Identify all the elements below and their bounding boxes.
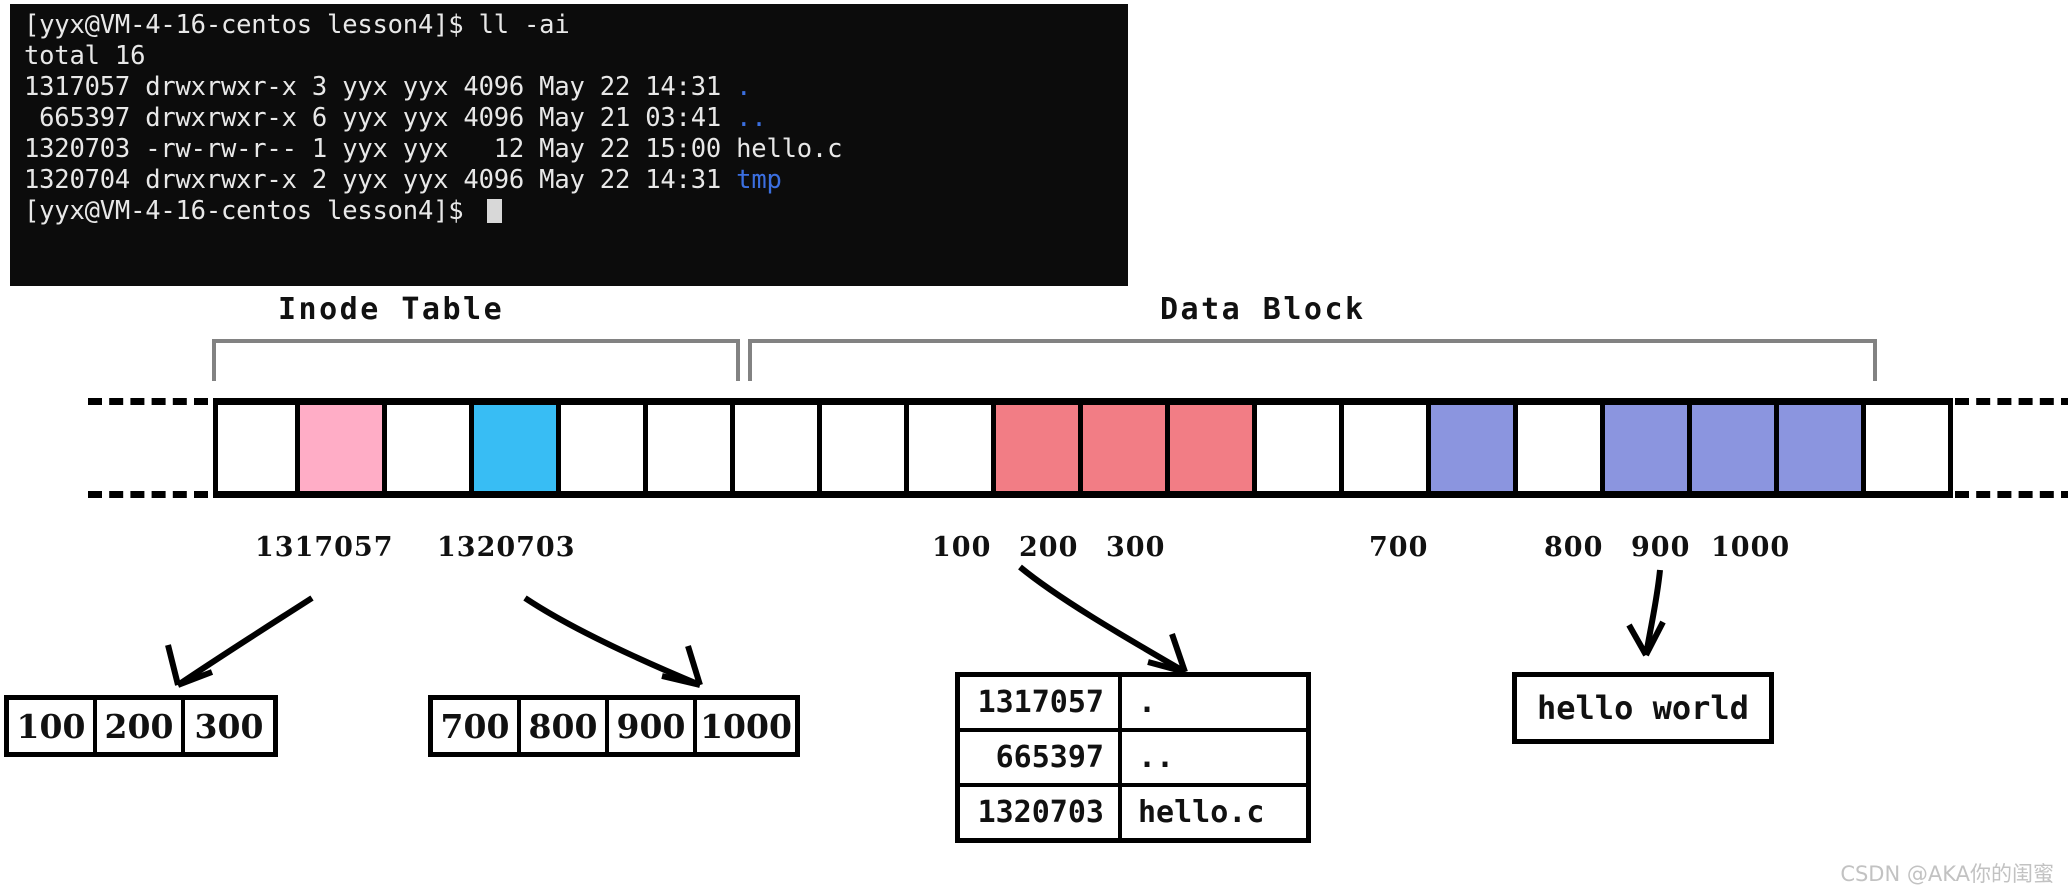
terminal-line: 1320704 drwxrwxr-x 2 yyx yyx 4096 May 22…: [24, 165, 782, 195]
dir-entry-name: ..: [1138, 740, 1175, 775]
strip-label-900: 900: [1631, 532, 1691, 563]
arrow-block-to-dirtable: [1018, 564, 1187, 675]
block-list-cell[interactable]: 900: [609, 700, 697, 752]
strip-label-300: 300: [1106, 532, 1166, 563]
strip-cell[interactable]: [648, 405, 735, 491]
terminal-cursor: [486, 199, 502, 223]
dir-entry-inode: 1320703: [960, 787, 1122, 838]
data-block-bracket: [748, 339, 1877, 381]
strip-cell-block-900[interactable]: [1692, 405, 1779, 491]
strip-dash-left-bottom: [88, 491, 208, 498]
strip-label-800: 800: [1544, 532, 1604, 563]
data-block-caption: Data Block: [1160, 292, 1366, 327]
arrowhead-3a: [1169, 633, 1188, 673]
inode-table-bracket: [212, 339, 740, 381]
strip-cell-block-800[interactable]: [1605, 405, 1692, 491]
strip-cell-block-200[interactable]: [1083, 405, 1170, 491]
arrow-inode-to-blocklist-dir: [176, 595, 314, 688]
directory-entry-table: 1317057 . 665397 .. 1320703 hello.c: [955, 672, 1311, 843]
strip-cell-block-700[interactable]: [1431, 405, 1518, 491]
arrowhead-1a: [165, 644, 181, 686]
dir-entry-name: hello.c: [1138, 795, 1265, 830]
terminal-line: total 16: [24, 41, 146, 71]
strip-cell-block-1000[interactable]: [1779, 405, 1866, 491]
dir-entry-inode: 665397: [960, 732, 1122, 783]
strip-dash-right-top: [1955, 398, 2068, 405]
strip-label-200: 200: [1019, 532, 1079, 563]
strip-label-100: 100: [932, 532, 992, 563]
strip-cell[interactable]: [1866, 405, 1953, 491]
arrowhead-4b: [1643, 620, 1666, 657]
arrow-inode-to-blocklist-file: [523, 595, 702, 688]
strip-cell[interactable]: [735, 405, 822, 491]
terminal-prompt-line: [yyx@VM-4-16-centos lesson4]$: [10, 196, 1128, 227]
strip-cell-inode-1320703[interactable]: [474, 405, 561, 491]
block-list-cell[interactable]: 1000: [697, 700, 795, 752]
strip-label-1320703: 1320703: [437, 532, 576, 563]
strip-dash-right-bottom: [1955, 491, 2068, 498]
inode-table-caption: Inode Table: [278, 292, 505, 327]
table-row[interactable]: 665397 ..: [960, 732, 1306, 787]
watermark: CSDN @AKA你的闺蜜: [1840, 862, 2054, 886]
dir-entry-tmp: tmp: [736, 165, 782, 195]
arrowhead-2b: [661, 673, 701, 688]
arrowhead-1b: [176, 669, 214, 688]
strip-label-1317057: 1317057: [255, 532, 394, 563]
strip-cell[interactable]: [1344, 405, 1431, 491]
terminal-line: [yyx@VM-4-16-centos lesson4]$ ll -ai: [24, 10, 570, 40]
strip-cell[interactable]: [561, 405, 648, 491]
block-list-cell[interactable]: 300: [185, 700, 273, 752]
dir-entry-dotdot: ..: [736, 103, 767, 133]
block-list-cell[interactable]: 800: [521, 700, 609, 752]
block-list-cell[interactable]: 700: [433, 700, 521, 752]
arrowhead-3b: [1147, 659, 1186, 675]
dir-entry-name: .: [1138, 685, 1157, 720]
dir-entry-inode: 1317057: [960, 677, 1122, 728]
dir-entry-dot: .: [736, 72, 752, 102]
block-list-directory: 100 200 300: [4, 695, 278, 757]
table-row[interactable]: 1320703 hello.c: [960, 787, 1306, 838]
table-row[interactable]: 1317057 .: [960, 677, 1306, 732]
strip-label-1000: 1000: [1711, 532, 1791, 563]
terminal-line: 1320703 -rw-rw-r-- 1 yyx yyx 12 May 22 1…: [24, 134, 843, 164]
arrowhead-4a: [1626, 623, 1649, 657]
arrowhead-2a: [685, 645, 703, 686]
strip-cell[interactable]: [909, 405, 996, 491]
block-list-cell[interactable]: 100: [9, 700, 97, 752]
strip-cell[interactable]: [1518, 405, 1605, 491]
strip-label-700: 700: [1369, 532, 1429, 563]
terminal-window[interactable]: [yyx@VM-4-16-centos lesson4]$ ll -ai tot…: [10, 4, 1128, 286]
strip-cell-inode-1317057[interactable]: [300, 405, 387, 491]
arrow-block-to-content: [1643, 569, 1663, 656]
strip-cell-block-100[interactable]: [996, 405, 1083, 491]
strip-cell[interactable]: [822, 405, 909, 491]
terminal-line: 1317057 drwxrwxr-x 3 yyx yyx 4096 May 22…: [24, 72, 752, 102]
strip-dash-left-top: [88, 398, 208, 405]
terminal-line: 665397 drwxrwxr-x 6 yyx yyx 4096 May 21 …: [24, 103, 767, 133]
file-content-box: hello world: [1512, 672, 1774, 744]
strip-cell[interactable]: [1257, 405, 1344, 491]
strip-cell[interactable]: [387, 405, 474, 491]
strip-cell[interactable]: [213, 405, 300, 491]
strip-cell-block-300[interactable]: [1170, 405, 1257, 491]
block-list-cell[interactable]: 200: [97, 700, 185, 752]
filesystem-strip: [213, 398, 1953, 498]
block-list-file: 700 800 900 1000: [428, 695, 800, 757]
